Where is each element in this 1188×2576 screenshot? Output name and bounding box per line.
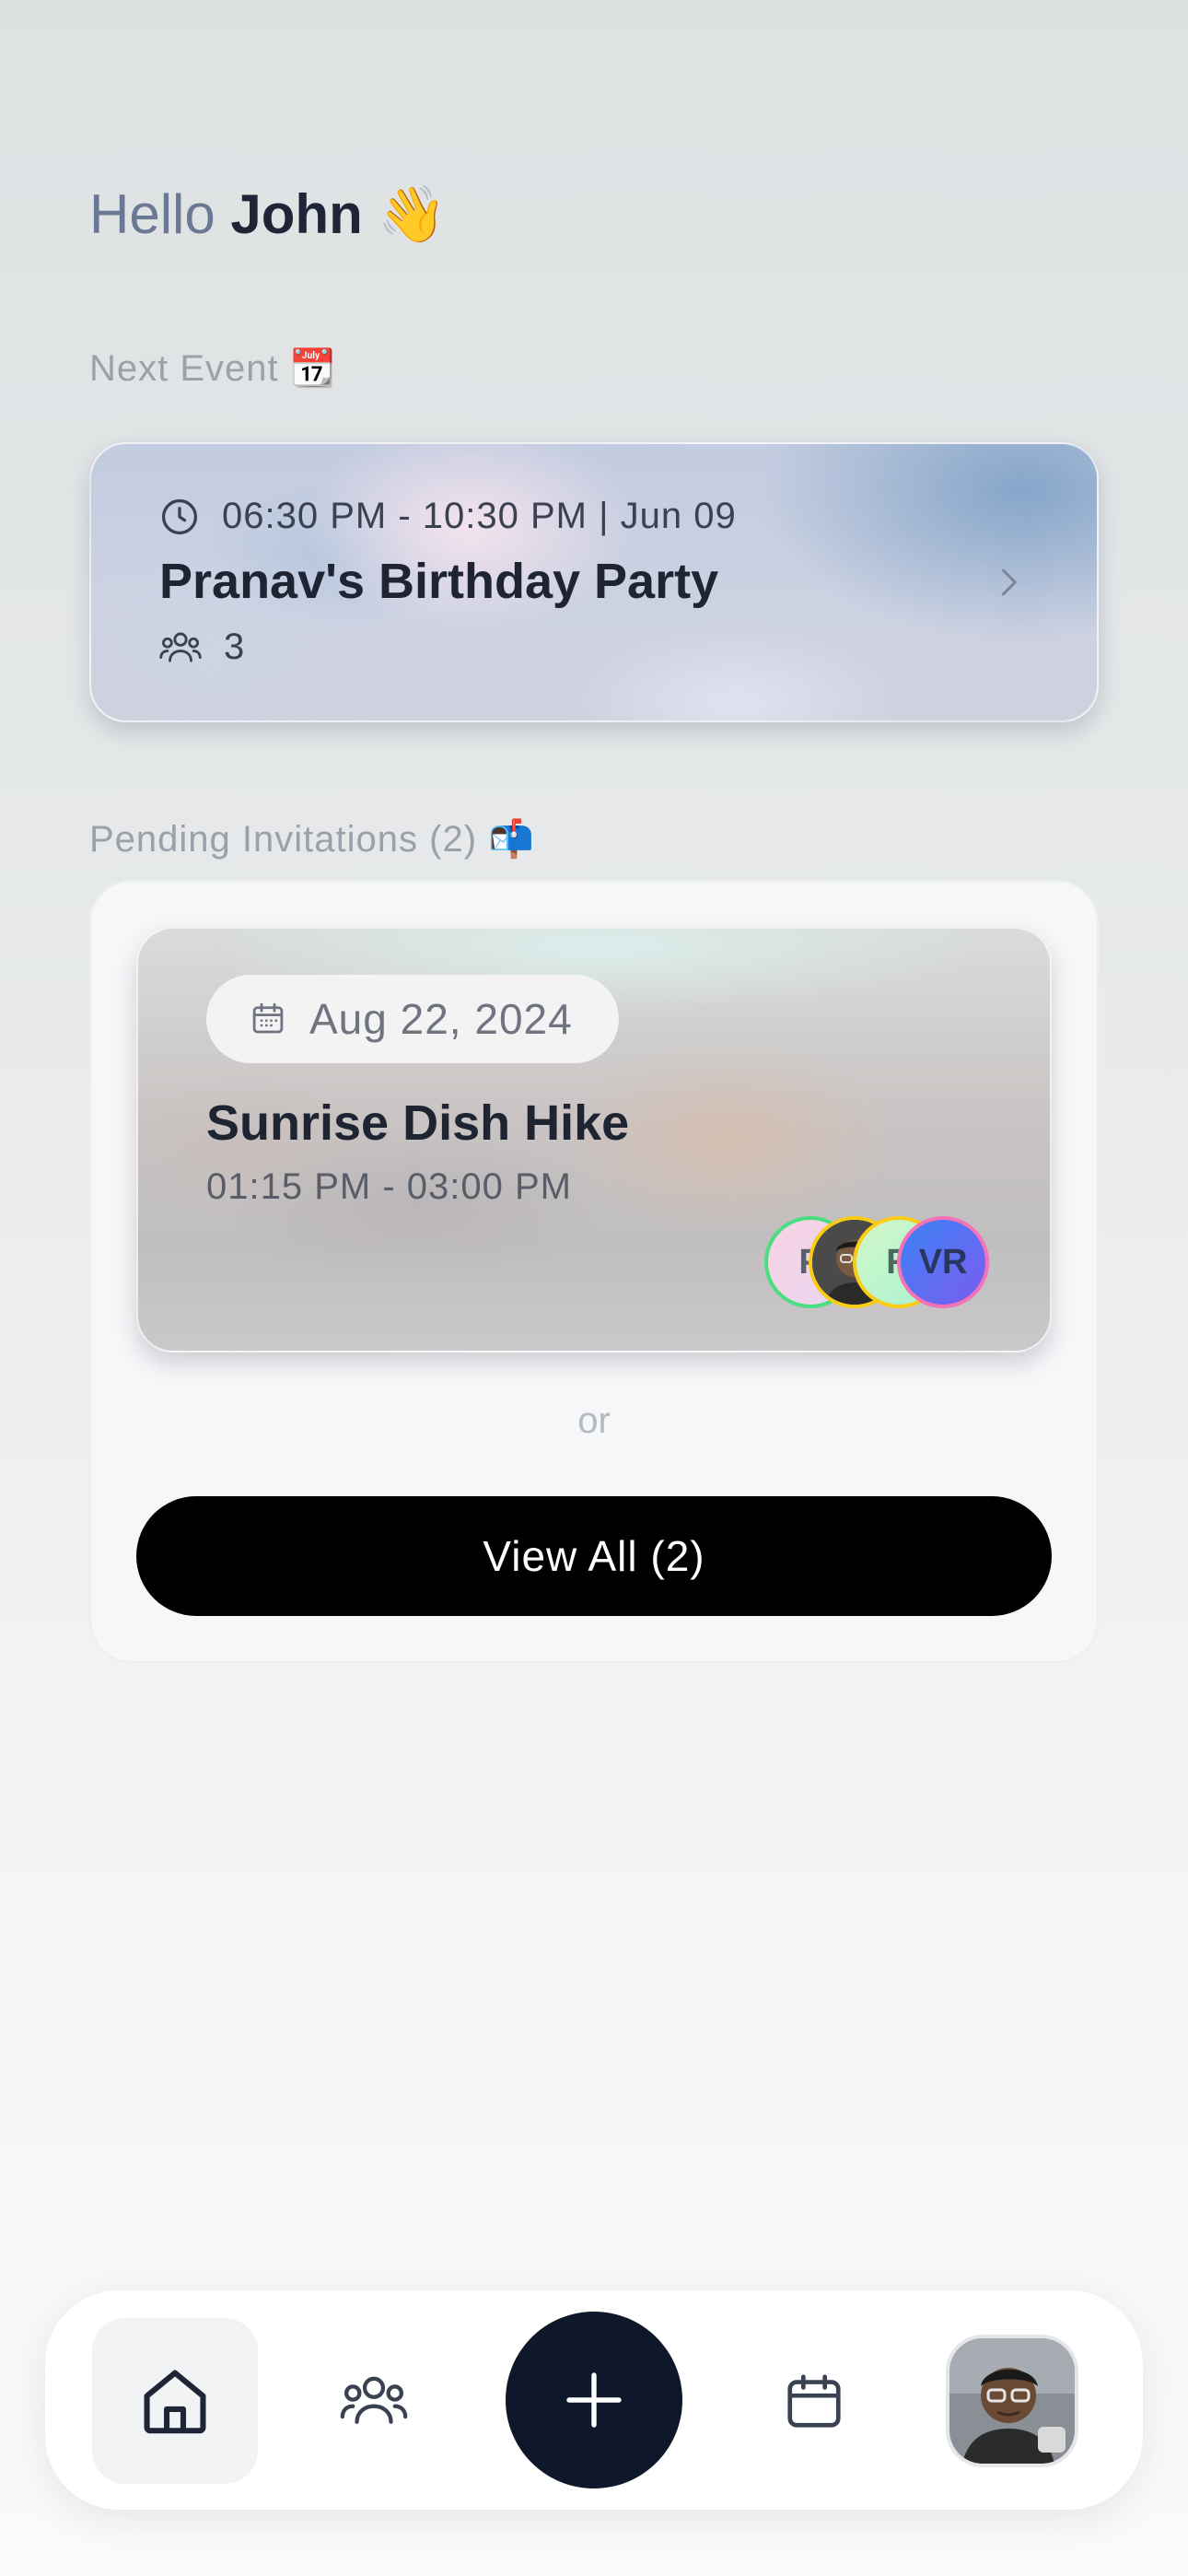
avatar-vr: VR <box>897 1216 989 1308</box>
next-event-card[interactable]: 06:30 PM - 10:30 PM | Jun 09 Pranav's Bi… <box>89 442 1099 722</box>
invite-date: Aug 22, 2024 <box>309 995 573 1043</box>
invite-time: 01:15 PM - 03:00 PM <box>206 1166 572 1207</box>
nav-calendar[interactable] <box>731 2318 897 2484</box>
plus-icon <box>566 2372 622 2428</box>
invite-date-pill: Aug 22, 2024 <box>206 975 619 1063</box>
bottom-nav <box>45 2290 1143 2510</box>
next-event-label: Next Event 📆 <box>89 348 337 389</box>
calendar-icon <box>252 1002 284 1034</box>
people-icon <box>159 632 202 662</box>
wave-emoji: 👋 <box>378 183 448 245</box>
invite-title: Sunrise Dish Hike <box>206 1095 630 1151</box>
next-event-attendee-count: 3 <box>224 626 245 667</box>
next-event-time-row: 06:30 PM - 10:30 PM | Jun 09 <box>159 496 737 537</box>
nav-home[interactable] <box>92 2318 258 2484</box>
next-event-time: 06:30 PM - 10:30 PM | Jun 09 <box>222 496 737 536</box>
calendar-icon <box>787 2374 841 2428</box>
next-event-attendees: 3 <box>159 626 244 668</box>
nav-friends[interactable] <box>291 2318 457 2484</box>
invite-card[interactable]: Aug 22, 2024 Sunrise Dish Hike 01:15 PM … <box>136 927 1052 1352</box>
view-all-button[interactable]: View All (2) <box>136 1496 1052 1616</box>
greeting-hello: Hello <box>89 183 215 245</box>
chevron-right-icon[interactable] <box>988 562 1029 603</box>
add-event-button[interactable] <box>506 2312 682 2488</box>
profile-photo-icon <box>949 2338 1075 2464</box>
greeting-name: John <box>230 183 363 245</box>
greeting: Hello John 👋 <box>89 180 447 250</box>
nav-profile-avatar[interactable] <box>946 2335 1078 2467</box>
pending-invitations-label: Pending Invitations (2) 📬 <box>89 819 535 860</box>
invite-avatar-stack: P R VR <box>764 1216 989 1308</box>
friends-icon <box>340 2376 408 2424</box>
next-event-title: Pranav's Birthday Party <box>159 554 719 609</box>
clock-icon <box>161 498 198 534</box>
or-separator: or <box>577 1400 611 1441</box>
home-icon <box>144 2370 206 2434</box>
